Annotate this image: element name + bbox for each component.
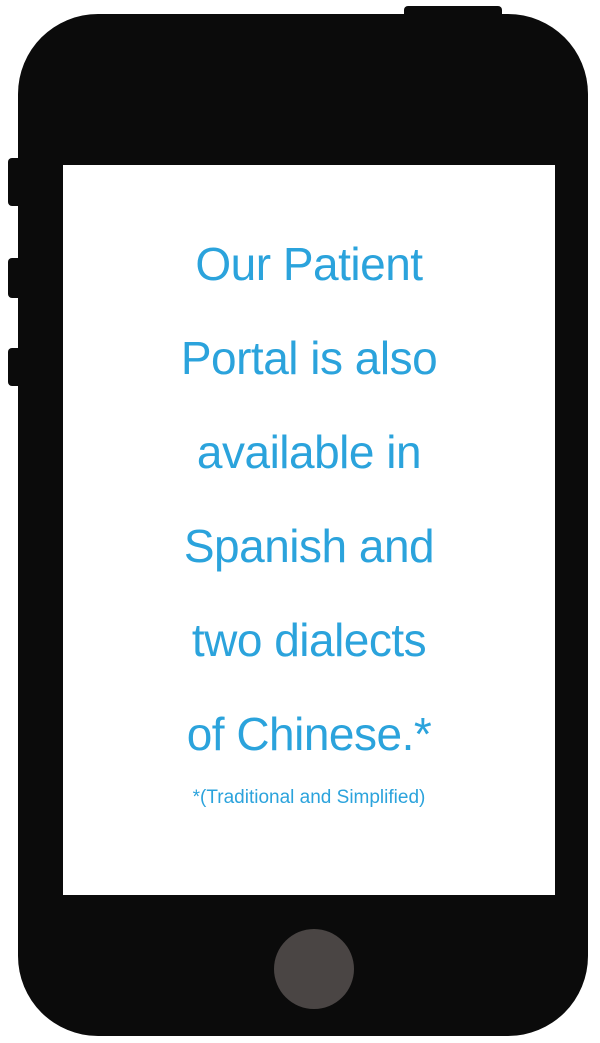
phone-screen: Our Patient Portal is also available in … [63, 165, 555, 895]
home-button[interactable] [274, 929, 354, 1009]
headline-line: Portal is also [180, 332, 438, 384]
headline-line: Spanish and [183, 520, 435, 572]
headline-line: of Chinese.* [186, 708, 432, 760]
phone-illustration: Our Patient Portal is also available in … [0, 0, 600, 1043]
headline-line: Our Patient [195, 238, 423, 290]
headline-line: available in [196, 426, 422, 478]
headline: Our Patient Portal is also available in … [63, 217, 555, 781]
footnote: *(Traditional and Simplified) [192, 787, 426, 808]
headline-line: two dialects [191, 614, 427, 666]
